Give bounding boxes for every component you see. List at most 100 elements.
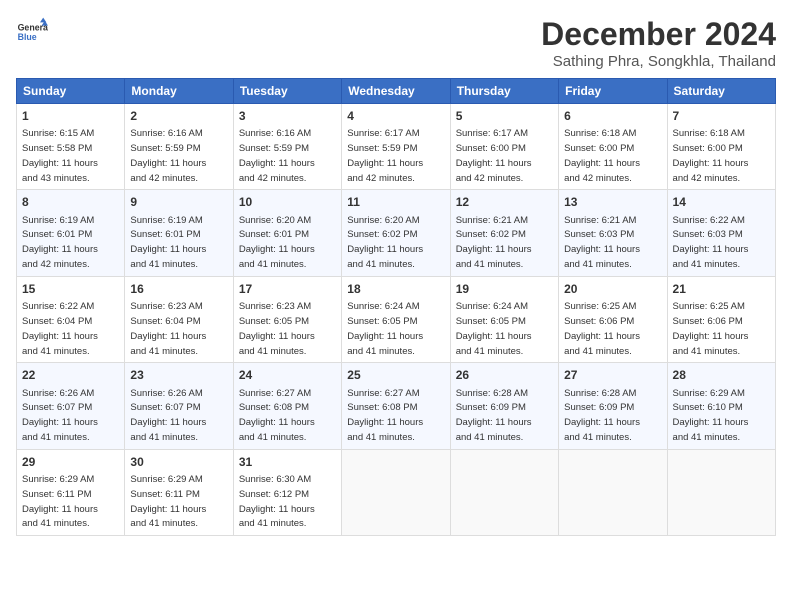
day-info: Sunrise: 6:16 AMSunset: 5:59 PMDaylight:… [239,128,315,183]
calendar-header-row: Sunday Monday Tuesday Wednesday Thursday… [17,79,776,104]
day-number: 2 [130,108,227,124]
table-row: 30 Sunrise: 6:29 AMSunset: 6:11 PMDaylig… [125,449,233,535]
day-info: Sunrise: 6:26 AMSunset: 6:07 PMDaylight:… [130,388,206,443]
day-number: 6 [564,108,661,124]
col-friday: Friday [559,79,667,104]
col-monday: Monday [125,79,233,104]
table-row [559,449,667,535]
day-info: Sunrise: 6:23 AMSunset: 6:04 PMDaylight:… [130,301,206,356]
day-number: 8 [22,194,119,210]
day-number: 17 [239,281,336,297]
table-row: 24 Sunrise: 6:27 AMSunset: 6:08 PMDaylig… [233,363,341,449]
day-info: Sunrise: 6:28 AMSunset: 6:09 PMDaylight:… [456,388,532,443]
calendar-week-row: 22 Sunrise: 6:26 AMSunset: 6:07 PMDaylig… [17,363,776,449]
day-number: 16 [130,281,227,297]
day-number: 5 [456,108,553,124]
table-row: 26 Sunrise: 6:28 AMSunset: 6:09 PMDaylig… [450,363,558,449]
table-row: 21 Sunrise: 6:25 AMSunset: 6:06 PMDaylig… [667,276,775,362]
day-info: Sunrise: 6:25 AMSunset: 6:06 PMDaylight:… [564,301,640,356]
table-row: 8 Sunrise: 6:19 AMSunset: 6:01 PMDayligh… [17,190,125,276]
table-row: 1 Sunrise: 6:15 AMSunset: 5:58 PMDayligh… [17,104,125,190]
day-number: 21 [673,281,770,297]
day-number: 14 [673,194,770,210]
day-number: 25 [347,367,444,383]
col-wednesday: Wednesday [342,79,450,104]
day-info: Sunrise: 6:15 AMSunset: 5:58 PMDaylight:… [22,128,98,183]
page-subtitle: Sathing Phra, Songkhla, Thailand [541,53,776,70]
day-info: Sunrise: 6:17 AMSunset: 5:59 PMDaylight:… [347,128,423,183]
day-number: 13 [564,194,661,210]
day-number: 23 [130,367,227,383]
table-row: 11 Sunrise: 6:20 AMSunset: 6:02 PMDaylig… [342,190,450,276]
day-number: 1 [22,108,119,124]
table-row [450,449,558,535]
day-info: Sunrise: 6:20 AMSunset: 6:02 PMDaylight:… [347,215,423,270]
table-row: 14 Sunrise: 6:22 AMSunset: 6:03 PMDaylig… [667,190,775,276]
calendar-week-row: 1 Sunrise: 6:15 AMSunset: 5:58 PMDayligh… [17,104,776,190]
day-info: Sunrise: 6:29 AMSunset: 6:11 PMDaylight:… [22,474,98,529]
svg-text:Blue: Blue [18,32,37,42]
day-number: 29 [22,454,119,470]
day-info: Sunrise: 6:29 AMSunset: 6:11 PMDaylight:… [130,474,206,529]
day-number: 24 [239,367,336,383]
day-number: 10 [239,194,336,210]
day-info: Sunrise: 6:17 AMSunset: 6:00 PMDaylight:… [456,128,532,183]
day-number: 3 [239,108,336,124]
day-number: 18 [347,281,444,297]
table-row: 31 Sunrise: 6:30 AMSunset: 6:12 PMDaylig… [233,449,341,535]
day-number: 31 [239,454,336,470]
day-number: 12 [456,194,553,210]
table-row: 19 Sunrise: 6:24 AMSunset: 6:05 PMDaylig… [450,276,558,362]
day-info: Sunrise: 6:16 AMSunset: 5:59 PMDaylight:… [130,128,206,183]
day-number: 26 [456,367,553,383]
logo-icon: General Blue [16,16,48,48]
table-row: 2 Sunrise: 6:16 AMSunset: 5:59 PMDayligh… [125,104,233,190]
day-number: 15 [22,281,119,297]
page-title: December 2024 [541,16,776,53]
table-row: 22 Sunrise: 6:26 AMSunset: 6:07 PMDaylig… [17,363,125,449]
table-row: 18 Sunrise: 6:24 AMSunset: 6:05 PMDaylig… [342,276,450,362]
calendar-week-row: 8 Sunrise: 6:19 AMSunset: 6:01 PMDayligh… [17,190,776,276]
day-info: Sunrise: 6:24 AMSunset: 6:05 PMDaylight:… [347,301,423,356]
col-thursday: Thursday [450,79,558,104]
title-block: December 2024 Sathing Phra, Songkhla, Th… [541,16,776,70]
day-info: Sunrise: 6:19 AMSunset: 6:01 PMDaylight:… [22,215,98,270]
col-saturday: Saturday [667,79,775,104]
day-number: 20 [564,281,661,297]
day-info: Sunrise: 6:22 AMSunset: 6:04 PMDaylight:… [22,301,98,356]
day-info: Sunrise: 6:28 AMSunset: 6:09 PMDaylight:… [564,388,640,443]
day-info: Sunrise: 6:27 AMSunset: 6:08 PMDaylight:… [347,388,423,443]
table-row: 29 Sunrise: 6:29 AMSunset: 6:11 PMDaylig… [17,449,125,535]
table-row: 6 Sunrise: 6:18 AMSunset: 6:00 PMDayligh… [559,104,667,190]
table-row: 5 Sunrise: 6:17 AMSunset: 6:00 PMDayligh… [450,104,558,190]
day-number: 11 [347,194,444,210]
day-info: Sunrise: 6:21 AMSunset: 6:02 PMDaylight:… [456,215,532,270]
calendar-week-row: 29 Sunrise: 6:29 AMSunset: 6:11 PMDaylig… [17,449,776,535]
day-number: 19 [456,281,553,297]
col-tuesday: Tuesday [233,79,341,104]
table-row: 27 Sunrise: 6:28 AMSunset: 6:09 PMDaylig… [559,363,667,449]
day-info: Sunrise: 6:22 AMSunset: 6:03 PMDaylight:… [673,215,749,270]
table-row: 23 Sunrise: 6:26 AMSunset: 6:07 PMDaylig… [125,363,233,449]
day-number: 30 [130,454,227,470]
day-info: Sunrise: 6:24 AMSunset: 6:05 PMDaylight:… [456,301,532,356]
day-info: Sunrise: 6:29 AMSunset: 6:10 PMDaylight:… [673,388,749,443]
table-row: 12 Sunrise: 6:21 AMSunset: 6:02 PMDaylig… [450,190,558,276]
day-info: Sunrise: 6:30 AMSunset: 6:12 PMDaylight:… [239,474,315,529]
calendar-week-row: 15 Sunrise: 6:22 AMSunset: 6:04 PMDaylig… [17,276,776,362]
day-info: Sunrise: 6:21 AMSunset: 6:03 PMDaylight:… [564,215,640,270]
day-info: Sunrise: 6:26 AMSunset: 6:07 PMDaylight:… [22,388,98,443]
day-number: 7 [673,108,770,124]
day-info: Sunrise: 6:20 AMSunset: 6:01 PMDaylight:… [239,215,315,270]
day-info: Sunrise: 6:27 AMSunset: 6:08 PMDaylight:… [239,388,315,443]
day-info: Sunrise: 6:18 AMSunset: 6:00 PMDaylight:… [564,128,640,183]
day-number: 28 [673,367,770,383]
day-info: Sunrise: 6:18 AMSunset: 6:00 PMDaylight:… [673,128,749,183]
page-header: General Blue December 2024 Sathing Phra,… [16,16,776,70]
day-info: Sunrise: 6:19 AMSunset: 6:01 PMDaylight:… [130,215,206,270]
day-info: Sunrise: 6:23 AMSunset: 6:05 PMDaylight:… [239,301,315,356]
table-row: 3 Sunrise: 6:16 AMSunset: 5:59 PMDayligh… [233,104,341,190]
table-row: 13 Sunrise: 6:21 AMSunset: 6:03 PMDaylig… [559,190,667,276]
table-row: 10 Sunrise: 6:20 AMSunset: 6:01 PMDaylig… [233,190,341,276]
day-number: 27 [564,367,661,383]
